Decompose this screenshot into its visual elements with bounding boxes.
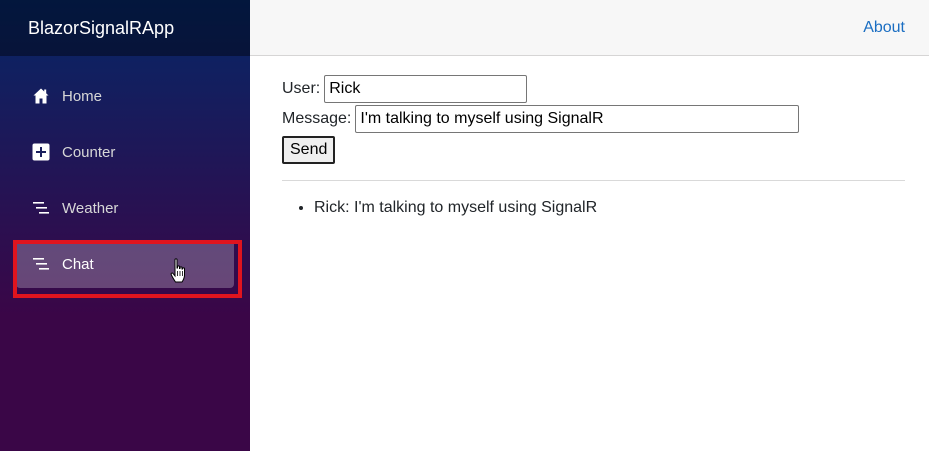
hand-pointer-cursor-icon <box>170 258 188 284</box>
brand-bar: BlazorSignalRApp <box>0 0 250 56</box>
about-link[interactable]: About <box>863 19 905 37</box>
nav-item-weather: Weather <box>0 180 250 236</box>
main-area: About User: Message: Send Rick: I'm talk… <box>250 0 929 451</box>
send-button[interactable]: Send <box>282 136 336 164</box>
nav-item-counter: Counter <box>0 124 250 180</box>
message-item: Rick: I'm talking to myself using Signal… <box>314 199 905 217</box>
user-row: User: <box>282 74 905 104</box>
app-brand[interactable]: BlazorSignalRApp <box>28 18 174 39</box>
nav-link-counter[interactable]: Counter <box>16 128 234 176</box>
nav-link-chat[interactable]: Chat <box>16 240 234 288</box>
nav-label-counter: Counter <box>62 143 116 161</box>
nav-label-weather: Weather <box>62 199 119 217</box>
home-icon <box>32 87 50 105</box>
nav-menu: Home Counter Weather Chat <box>0 56 250 298</box>
list-icon <box>32 255 50 273</box>
nav-item-home: Home <box>0 68 250 124</box>
chat-content: User: Message: Send Rick: I'm talking to… <box>250 56 929 217</box>
nav-label-home: Home <box>62 87 103 105</box>
user-label: User: <box>282 80 321 97</box>
top-row: About <box>250 0 929 56</box>
sidebar: BlazorSignalRApp Home Counter Weather Ch… <box>0 0 250 451</box>
plus-square-icon <box>32 143 50 161</box>
list-icon <box>32 199 50 217</box>
nav-label-chat: Chat <box>62 255 94 273</box>
user-input[interactable] <box>324 75 528 103</box>
message-label: Message: <box>282 110 352 127</box>
message-row: Message: <box>282 104 905 134</box>
app-root: BlazorSignalRApp Home Counter Weather Ch… <box>0 0 929 451</box>
nav-link-home[interactable]: Home <box>16 72 234 120</box>
message-list: Rick: I'm talking to myself using Signal… <box>282 199 905 217</box>
nav-item-chat: Chat <box>0 236 250 298</box>
divider <box>282 180 905 181</box>
message-input[interactable] <box>355 105 800 133</box>
nav-link-weather[interactable]: Weather <box>16 184 234 232</box>
